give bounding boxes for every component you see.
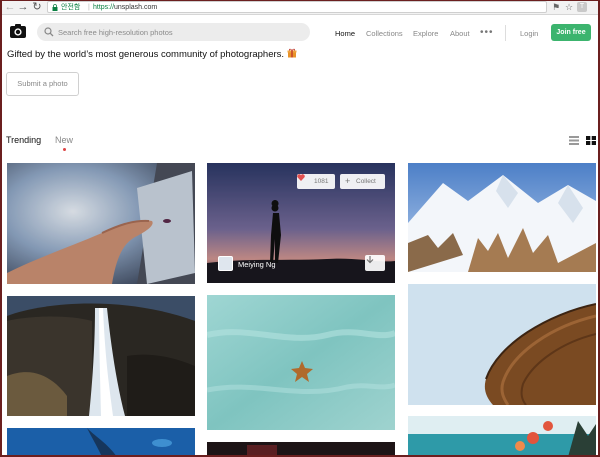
author-name[interactable]: Meiying Ng <box>238 260 276 269</box>
collect-button[interactable]: + Collect <box>340 174 385 189</box>
star-icon[interactable]: ☆ <box>564 2 574 12</box>
like-count: 1081 <box>314 178 329 185</box>
url-host: unsplash.com <box>114 4 158 11</box>
extension-icon[interactable]: T <box>577 2 587 12</box>
url-separator: | <box>88 4 90 11</box>
join-free-button[interactable]: Join free <box>551 24 591 41</box>
back-icon[interactable]: ← <box>4 1 16 13</box>
stadium-roof-photo[interactable] <box>408 284 596 405</box>
waterfall-photo[interactable] <box>7 296 195 416</box>
browser-toolbar: ← → ↻ 안전함 | https://unsplash.com ⚑ ☆ T <box>0 0 600 15</box>
more-icon[interactable]: ••• <box>480 27 494 38</box>
secure-label: 안전함 <box>61 4 81 11</box>
camera-logo-icon[interactable] <box>9 23 27 39</box>
tab-new[interactable]: New <box>55 135 73 145</box>
translate-icon[interactable]: ⚑ <box>551 2 561 12</box>
search-input[interactable] <box>58 25 298 39</box>
nav-collections-link[interactable]: Collections <box>366 29 403 38</box>
collect-label: Collect <box>356 178 376 185</box>
lock-icon <box>52 4 58 11</box>
download-icon <box>366 256 374 264</box>
tagline-text: Gifted by the world’s most generous comm… <box>7 49 285 60</box>
hand-tablet-photo[interactable] <box>7 163 195 284</box>
beach-umbrellas-photo[interactable] <box>408 416 596 457</box>
gift-icon <box>287 48 297 58</box>
like-button[interactable]: 1081 <box>297 174 335 189</box>
download-button[interactable] <box>365 255 385 271</box>
nav-about-link[interactable]: About <box>450 29 470 38</box>
starfish-photo[interactable] <box>207 295 395 430</box>
url-text[interactable]: https://unsplash.com <box>93 2 157 13</box>
address-bar[interactable]: 안전함 | https://unsplash.com <box>47 1 547 13</box>
list-view-icon[interactable] <box>569 136 579 145</box>
tab-active-indicator <box>63 148 66 151</box>
plus-icon: + <box>345 176 351 186</box>
author-avatar[interactable] <box>218 256 233 271</box>
underwater-photo[interactable] <box>7 428 195 457</box>
grid-view-icon[interactable] <box>586 136 596 145</box>
snowy-mountains-photo[interactable] <box>408 163 596 272</box>
search-box[interactable] <box>37 23 310 41</box>
dark-photo[interactable] <box>207 442 395 457</box>
forward-icon[interactable]: → <box>17 1 29 13</box>
tagline: Gifted by the world’s most generous comm… <box>7 48 297 60</box>
submit-photo-button[interactable]: Submit a photo <box>6 72 79 96</box>
reload-icon[interactable]: ↻ <box>31 1 43 13</box>
nav-home-link[interactable]: Home <box>335 29 355 38</box>
starfield-silhouette-photo[interactable]: 1081 + Collect Meiying Ng <box>207 163 395 283</box>
heart-icon <box>297 174 305 181</box>
site-header: Home Collections Explore About ••• Login… <box>0 16 600 48</box>
nav-divider <box>505 25 506 41</box>
login-link[interactable]: Login <box>520 29 538 38</box>
nav-explore-link[interactable]: Explore <box>413 29 438 38</box>
search-icon <box>44 27 54 37</box>
url-scheme: https:// <box>93 4 115 11</box>
tab-trending[interactable]: Trending <box>6 135 41 145</box>
